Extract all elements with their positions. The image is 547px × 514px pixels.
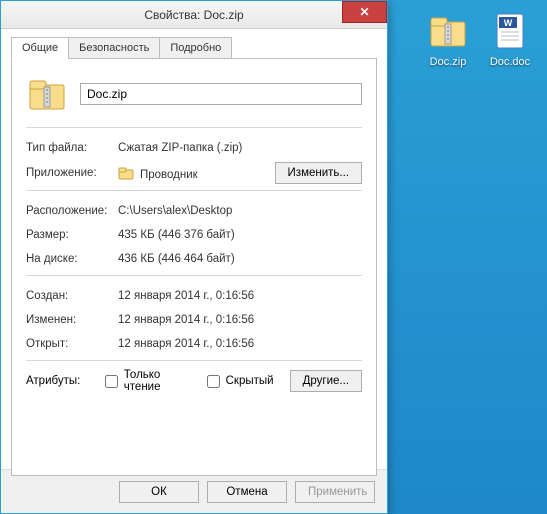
tab-security[interactable]: Безопасность — [68, 37, 160, 59]
modified-value: 12 января 2014 г., 0:16:56 — [118, 314, 362, 326]
location-label: Расположение: — [26, 205, 118, 217]
file-type-icon — [26, 73, 68, 115]
tab-details[interactable]: Подробно — [159, 37, 232, 59]
size-value: 435 КБ (446 376 байт) — [118, 229, 362, 241]
titlebar[interactable]: Свойства: Doc.zip ✕ — [1, 1, 387, 29]
desktop-icon-label: Doc.zip — [418, 56, 478, 68]
separator — [26, 360, 362, 361]
hidden-checkbox-input[interactable] — [207, 375, 220, 388]
size-label: Размер: — [26, 229, 118, 241]
hidden-checkbox[interactable]: Скрытый — [207, 375, 274, 388]
apply-button[interactable]: Применить — [295, 481, 375, 503]
opens-with-label: Приложение: — [26, 167, 118, 179]
window-title: Свойства: Doc.zip — [1, 8, 387, 22]
zip-folder-icon — [427, 10, 469, 52]
location-value: C:\Users\alex\Desktop — [118, 205, 362, 217]
created-value: 12 января 2014 г., 0:16:56 — [118, 290, 362, 302]
created-label: Создан: — [26, 290, 118, 302]
desktop-icon-zip[interactable]: Doc.zip — [418, 10, 478, 68]
word-doc-icon: W — [489, 10, 531, 52]
filetype-value: Сжатая ZIP-папка (.zip) — [118, 142, 362, 154]
modified-label: Изменен: — [26, 314, 118, 326]
desktop-icon-doc[interactable]: W Doc.doc — [480, 10, 540, 68]
desktop-icon-label: Doc.doc — [480, 56, 540, 68]
close-icon: ✕ — [359, 5, 369, 19]
separator — [26, 127, 362, 128]
tab-panel-general: Тип файла: Сжатая ZIP-папка (.zip) Прило… — [11, 58, 377, 476]
opens-with-value: Проводник — [118, 165, 275, 181]
close-button[interactable]: ✕ — [342, 1, 387, 23]
readonly-checkbox-label: Только чтение — [124, 369, 199, 393]
accessed-label: Открыт: — [26, 338, 118, 350]
size-on-disk-value: 436 КБ (446 464 байт) — [118, 253, 362, 265]
filetype-label: Тип файла: — [26, 142, 118, 154]
accessed-value: 12 января 2014 г., 0:16:56 — [118, 338, 362, 350]
size-on-disk-label: На диске: — [26, 253, 118, 265]
cancel-button[interactable]: Отмена — [207, 481, 287, 503]
attributes-label: Атрибуты: — [26, 375, 97, 387]
explorer-icon — [118, 165, 134, 181]
separator — [26, 275, 362, 276]
properties-dialog: Свойства: Doc.zip ✕ Общие Безопасность П… — [0, 0, 388, 514]
tab-strip: Общие Безопасность Подробно — [11, 37, 377, 59]
readonly-checkbox[interactable]: Только чтение — [105, 369, 199, 393]
advanced-attrs-button[interactable]: Другие... — [290, 370, 362, 392]
change-app-button[interactable]: Изменить... — [275, 162, 362, 184]
hidden-checkbox-label: Скрытый — [226, 375, 274, 387]
readonly-checkbox-input[interactable] — [105, 375, 118, 388]
tab-general[interactable]: Общие — [11, 37, 69, 59]
filename-input[interactable] — [80, 83, 362, 105]
ok-button[interactable]: ОК — [119, 481, 199, 503]
separator — [26, 190, 362, 191]
svg-text:W: W — [504, 18, 513, 28]
